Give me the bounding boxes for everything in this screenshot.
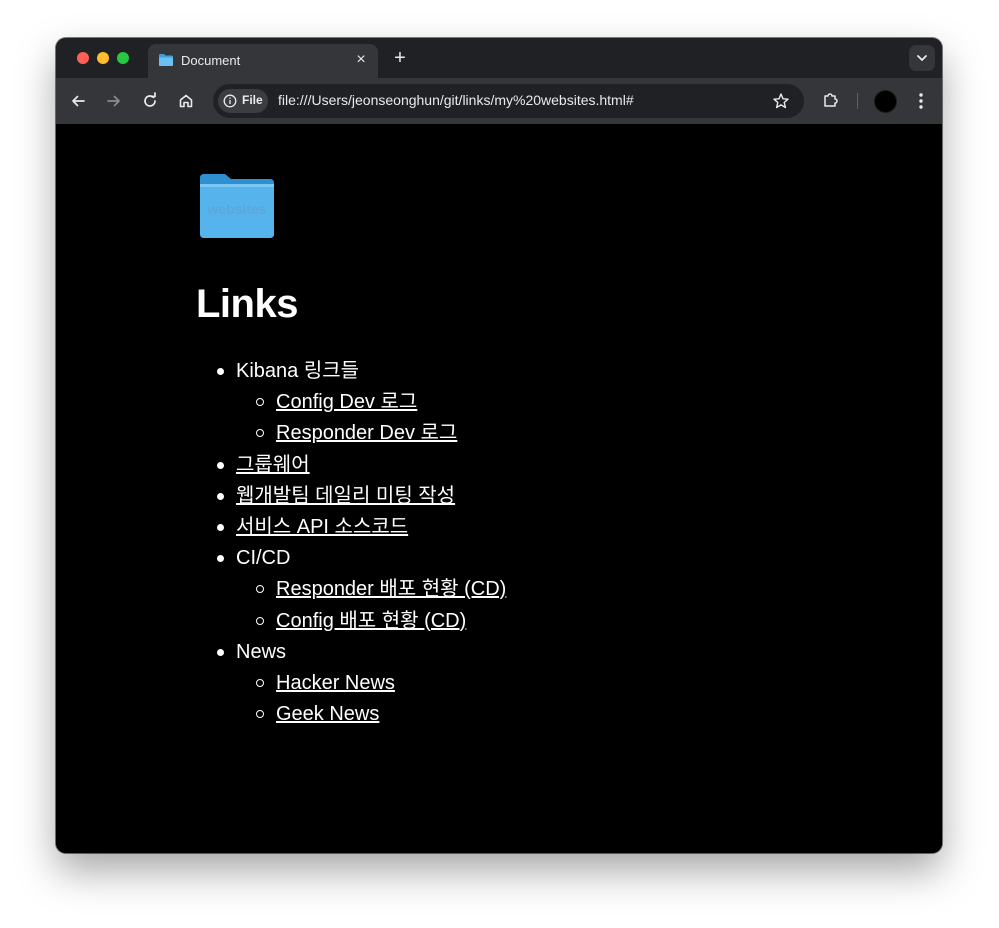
bullet-circle xyxy=(256,398,264,407)
link-geek-news[interactable]: Geek News xyxy=(276,699,379,730)
bullet-circle xyxy=(256,616,264,625)
link-hacker-news[interactable]: Hacker News xyxy=(276,668,395,699)
link-responder-deploy-status[interactable]: Responder 배포 현황 (CD) xyxy=(276,574,506,605)
section-kibana: Kibana 링크들 xyxy=(236,360,360,382)
toolbar-divider xyxy=(857,93,858,109)
page-content: websites Links Kibana 링크들 Config Dev 로그 … xyxy=(56,124,942,853)
tab-strip: Document × + xyxy=(56,38,942,78)
forward-arrow-icon[interactable] xyxy=(104,91,124,111)
link-groupware[interactable]: 그룹웨어 xyxy=(236,450,310,481)
bullet-disc xyxy=(217,368,224,375)
info-icon xyxy=(223,94,237,108)
link-config-dev-log[interactable]: Config Dev 로그 xyxy=(276,387,417,418)
address-bar[interactable]: File file:///Users/jeonseonghun/git/link… xyxy=(213,84,804,118)
section-news: News xyxy=(236,640,287,663)
bullet-disc xyxy=(217,648,224,656)
bullet-disc xyxy=(217,555,224,563)
browser-window: Document × + File file:///Users/jeonseon… xyxy=(56,38,942,853)
bullet-circle xyxy=(256,585,264,594)
home-icon[interactable] xyxy=(176,91,196,111)
close-window-button[interactable] xyxy=(77,52,89,64)
more-menu-icon[interactable] xyxy=(912,90,930,112)
folder-logo-label: websites xyxy=(207,201,267,217)
security-chip-label: File xyxy=(242,93,263,107)
star-icon[interactable] xyxy=(772,92,790,110)
section-cicd: CI/CD xyxy=(236,547,291,570)
websites-folder-logo: websites xyxy=(197,172,277,240)
minimize-window-button[interactable] xyxy=(97,52,109,64)
bullet-disc xyxy=(217,523,224,531)
url-text[interactable]: file:///Users/jeonseonghun/git/links/my%… xyxy=(278,92,634,108)
link-daily-meeting[interactable]: 웹개발팀 데일리 미팅 작성 xyxy=(236,481,455,512)
bullet-disc xyxy=(217,492,224,500)
page-title: Links xyxy=(196,282,298,326)
tab-document[interactable]: Document × xyxy=(148,44,378,78)
link-responder-dev-log[interactable]: Responder Dev 로그 xyxy=(276,418,457,449)
new-tab-button[interactable]: + xyxy=(390,48,410,68)
tab-title: Document xyxy=(181,53,241,68)
folder-icon xyxy=(159,54,173,66)
tab-search-button[interactable] xyxy=(909,45,935,71)
back-arrow-icon[interactable] xyxy=(68,91,88,111)
bullet-circle xyxy=(256,710,264,719)
bullet-circle xyxy=(256,678,264,687)
reload-icon[interactable] xyxy=(140,91,160,111)
extensions-puzzle-icon[interactable] xyxy=(821,90,841,110)
site-info-chip[interactable]: File xyxy=(218,89,268,113)
toolbar: File file:///Users/jeonseonghun/git/link… xyxy=(56,78,942,124)
profile-avatar[interactable] xyxy=(874,90,897,113)
close-tab-icon[interactable]: × xyxy=(352,51,370,69)
chevron-down-icon xyxy=(917,55,927,61)
link-config-deploy-status[interactable]: Config 배포 현황 (CD) xyxy=(276,606,466,637)
link-service-api-source[interactable]: 서비스 API 소스코드 xyxy=(236,512,408,543)
maximize-window-button[interactable] xyxy=(117,52,129,64)
bullet-circle xyxy=(256,429,264,438)
bullet-disc xyxy=(217,461,224,469)
